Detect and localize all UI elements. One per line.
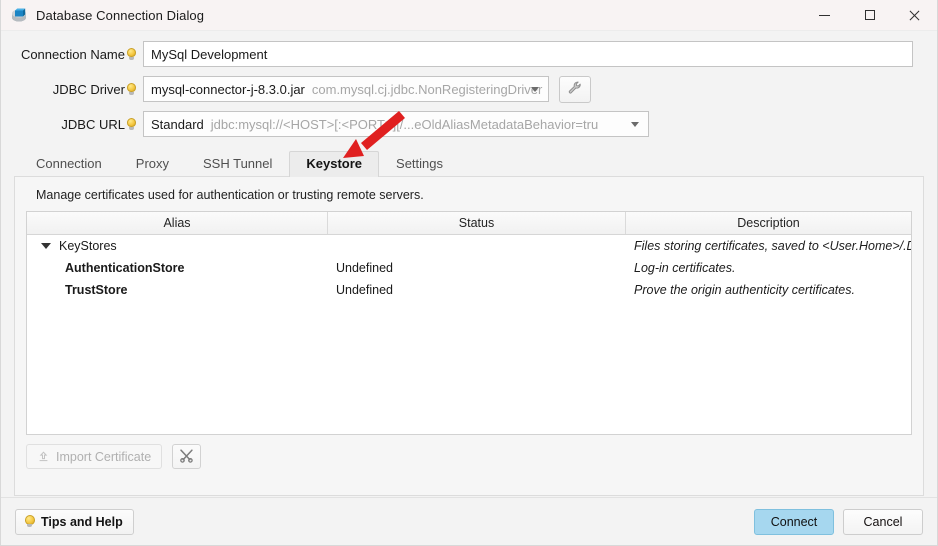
crossed-tools-icon — [178, 447, 195, 467]
maximize-icon — [864, 10, 875, 20]
dialog-footer: Tips and Help Connect Cancel — [1, 497, 937, 545]
cell-status: Undefined — [336, 261, 393, 275]
column-header-alias[interactable]: Alias — [27, 212, 328, 234]
database-icon — [10, 6, 28, 24]
column-header-description[interactable]: Description — [626, 212, 911, 234]
driver-config-button[interactable] — [559, 75, 591, 103]
cell-description: Prove the origin authenticity certificat… — [634, 283, 855, 297]
tab-connection[interactable]: Connection — [19, 151, 119, 177]
tab-label: Settings — [396, 156, 444, 171]
minimize-icon — [819, 14, 830, 16]
footer-actions: Connect Cancel — [754, 508, 923, 535]
window-controls — [802, 0, 937, 31]
cell-alias[interactable]: TrustStore — [27, 283, 328, 297]
window-title: Database Connection Dialog — [36, 7, 205, 23]
lightbulb-icon — [126, 82, 137, 96]
wrench-icon — [567, 80, 583, 99]
import-certificate-button[interactable]: Import Certificate — [26, 444, 163, 469]
cell-description: Log-in certificates. — [634, 261, 736, 275]
cell-alias[interactable]: KeyStores — [27, 239, 328, 253]
connection-name-input[interactable]: MySql Development — [143, 41, 913, 67]
connection-form: Connection Name MySql Development JDBC D… — [1, 31, 937, 146]
jdbc-url-value: jdbc:mysql://<HOST>[:<PORT>][/...eOldAli… — [210, 116, 599, 132]
dialog-window: Database Connection Dialog Connection Na… — [0, 0, 938, 546]
connection-name-value: MySql Development — [151, 46, 268, 62]
connection-name-label: Connection Name — [20, 46, 125, 62]
upload-icon — [37, 450, 50, 463]
tab-label: Connection — [36, 156, 102, 171]
jdbc-url-mode: Standard — [151, 116, 204, 132]
cancel-button[interactable]: Cancel — [843, 508, 923, 535]
jdbc-url-row: JDBC URL Standard jdbc:mysql://<HOST>[:<… — [1, 111, 913, 137]
jdbc-url-select[interactable]: Standard jdbc:mysql://<HOST>[:<PORT>][/.… — [143, 111, 649, 137]
tab-ssh-tunnel[interactable]: SSH Tunnel — [186, 151, 289, 177]
column-header-status[interactable]: Status — [328, 212, 626, 234]
connection-name-row: Connection Name MySql Development — [1, 41, 913, 67]
keystore-panel: Manage certificates used for authenticat… — [14, 176, 924, 496]
connect-label: Connect — [770, 514, 818, 529]
tab-label: Keystore — [306, 156, 363, 171]
triangle-down-icon[interactable] — [41, 243, 51, 249]
maximize-button[interactable] — [847, 0, 892, 31]
jdbc-url-label: JDBC URL — [61, 116, 125, 132]
jdbc-driver-value: mysql-connector-j-8.3.0.jar — [151, 81, 305, 97]
chevron-down-icon — [631, 122, 639, 127]
cancel-label: Cancel — [863, 514, 903, 529]
lightbulb-icon — [126, 117, 137, 131]
cell-alias[interactable]: AuthenticationStore — [27, 261, 328, 275]
tab-bar: Connection Proxy SSH Tunnel Keystore Set… — [1, 151, 937, 177]
keystore-tools-button[interactable] — [172, 444, 202, 469]
tips-and-help-label: Tips and Help — [41, 514, 123, 529]
table-header-row: Alias Status Description — [27, 212, 911, 235]
tab-proxy[interactable]: Proxy — [119, 151, 186, 177]
table-row[interactable]: AuthenticationStore Undefined Log-in cer… — [27, 257, 911, 279]
minimize-button[interactable] — [802, 0, 847, 31]
jdbc-driver-select[interactable]: mysql-connector-j-8.3.0.jar com.mysql.cj… — [143, 76, 549, 102]
table-row[interactable]: KeyStores Files storing certificates, sa… — [27, 235, 911, 257]
tab-settings[interactable]: Settings — [379, 151, 460, 177]
lightbulb-icon — [24, 514, 36, 529]
import-certificate-label: Import Certificate — [56, 449, 152, 464]
cell-status: Undefined — [336, 283, 393, 297]
tab-label: Proxy — [135, 156, 170, 171]
jdbc-driver-row: JDBC Driver mysql-connector-j-8.3.0.jar … — [1, 75, 913, 103]
tips-and-help-button[interactable]: Tips and Help — [15, 508, 134, 535]
cell-description: Files storing certificates, saved to <Us… — [634, 239, 911, 253]
close-icon — [908, 9, 921, 22]
keystore-actions: Import Certificate — [26, 444, 912, 469]
tab-keystore[interactable]: Keystore — [289, 151, 380, 177]
keystore-description: Manage certificates used for authenticat… — [36, 188, 424, 202]
table-row[interactable]: TrustStore Undefined Prove the origin au… — [27, 279, 911, 301]
lightbulb-icon — [126, 47, 137, 61]
close-button[interactable] — [892, 0, 937, 31]
title-bar: Database Connection Dialog — [1, 0, 937, 31]
jdbc-driver-class: com.mysql.cj.jdbc.NonRegisteringDriver — [311, 81, 543, 97]
chevron-down-icon — [531, 87, 539, 92]
alias-text: KeyStores — [59, 239, 117, 253]
table-body: KeyStores Files storing certificates, sa… — [27, 235, 911, 434]
jdbc-driver-label: JDBC Driver — [52, 81, 125, 97]
connect-button[interactable]: Connect — [754, 508, 834, 535]
tab-label: SSH Tunnel — [203, 156, 273, 171]
certificates-table: Alias Status Description KeyStores Files… — [26, 211, 912, 435]
